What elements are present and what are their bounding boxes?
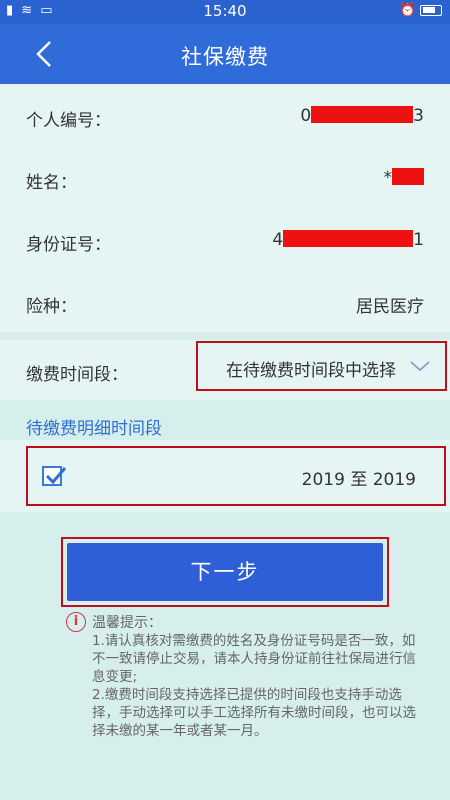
redaction-bar [311, 106, 414, 123]
period-label: 缴费时间段： [26, 365, 128, 385]
range-checkbox[interactable] [42, 466, 67, 486]
id-number-prefix: 4 [272, 230, 284, 250]
id-number-suffix: 1 [413, 230, 424, 250]
info-panel: 个人编号： 03 姓名： * 身份证号： 41 险种： 居民医疗 [0, 84, 450, 332]
row-id-number: 身份证号： 41 [0, 210, 450, 272]
insurance-label: 险种： [26, 297, 77, 317]
alarm-icon: ⏰ [399, 3, 416, 18]
period-select[interactable]: 在待缴费时间段中选择 [196, 341, 447, 391]
info-icon: i [66, 612, 86, 632]
person-id-suffix: 3 [413, 106, 424, 126]
battery-icon [420, 5, 442, 16]
range-text: 2019 至 2019 [301, 470, 416, 490]
row-insurance: 险种： 居民医疗 [0, 272, 450, 334]
name-label: 姓名： [26, 173, 77, 193]
tips-title: 温馨提示： [92, 615, 162, 631]
next-button-highlight: 下一步 [61, 537, 389, 607]
chevron-down-icon [410, 361, 430, 372]
period-select-text: 在待缴费时间段中选择 [226, 361, 396, 381]
range-row: 2019 至 2019 [0, 440, 450, 512]
checkmark-icon [45, 467, 67, 485]
next-button[interactable]: 下一步 [67, 543, 383, 601]
person-id-value: 03 [300, 106, 424, 126]
section-title: 待缴费明细时间段 [26, 419, 162, 439]
status-right-icons: ⏰ [400, 3, 442, 18]
person-id-label: 个人编号： [26, 111, 111, 131]
row-name: 姓名： * [0, 148, 450, 210]
row-person-id: 个人编号： 03 [0, 86, 450, 148]
redaction-bar [392, 168, 424, 185]
insurance-value: 居民医疗 [356, 297, 424, 317]
name-value: * [383, 168, 424, 188]
page-title: 社保缴费 [181, 45, 269, 69]
name-prefix: * [383, 168, 393, 188]
tips-body: 1.请认真核对需缴费的姓名及身份证号码是否一致，如不一致请停止交易，请本人持身份… [92, 633, 416, 739]
redaction-bar [283, 230, 414, 247]
id-number-label: 身份证号： [26, 235, 111, 255]
status-time: 15:40 [203, 2, 247, 20]
period-row: 缴费时间段： 在待缴费时间段中选择 [0, 340, 450, 400]
range-item[interactable]: 2019 至 2019 [26, 446, 446, 506]
status-bar: ▮ ≋ ▭ 15:40 ⏰ [0, 0, 450, 24]
nav-bar: 社保缴费 [0, 24, 450, 84]
id-number-value: 41 [272, 230, 424, 250]
person-id-prefix: 0 [300, 106, 312, 126]
